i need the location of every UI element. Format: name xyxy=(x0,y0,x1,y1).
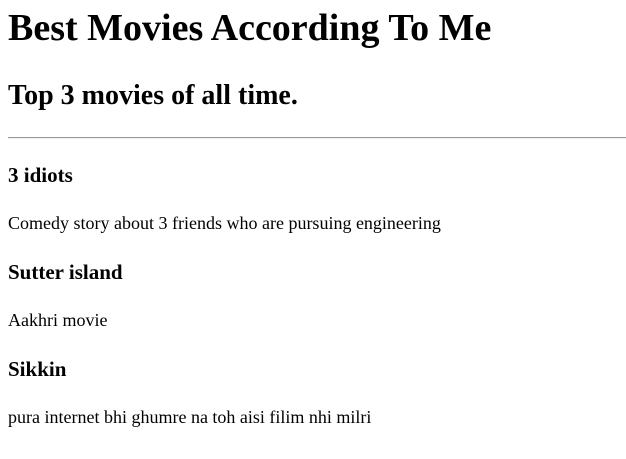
list-item-movie-2: Sutter island Aakhri movie xyxy=(8,260,618,331)
movie-title: Sutter island xyxy=(8,260,123,284)
list-item-movie-1: 3 idiots Comedy story about 3 friends wh… xyxy=(8,163,618,234)
movie-list: 3 idiots Comedy story about 3 friends wh… xyxy=(8,163,618,428)
list-item-movie-3: Sikkin pura internet bhi ghumre na toh a… xyxy=(8,357,618,428)
divider xyxy=(8,137,626,139)
page-title: Best Movies According To Me xyxy=(8,7,492,49)
page: Best Movies According To Me Top 3 movies… xyxy=(0,0,626,459)
movie-description: Aakhri movie xyxy=(8,310,108,330)
movie-description: pura internet bhi ghumre na toh aisi fil… xyxy=(8,407,372,427)
movie-title: Sikkin xyxy=(8,357,67,381)
page-subtitle: Top 3 movies of all time. xyxy=(8,80,298,111)
movie-title: 3 idiots xyxy=(8,163,73,187)
movie-description: Comedy story about 3 friends who are pur… xyxy=(8,213,441,233)
